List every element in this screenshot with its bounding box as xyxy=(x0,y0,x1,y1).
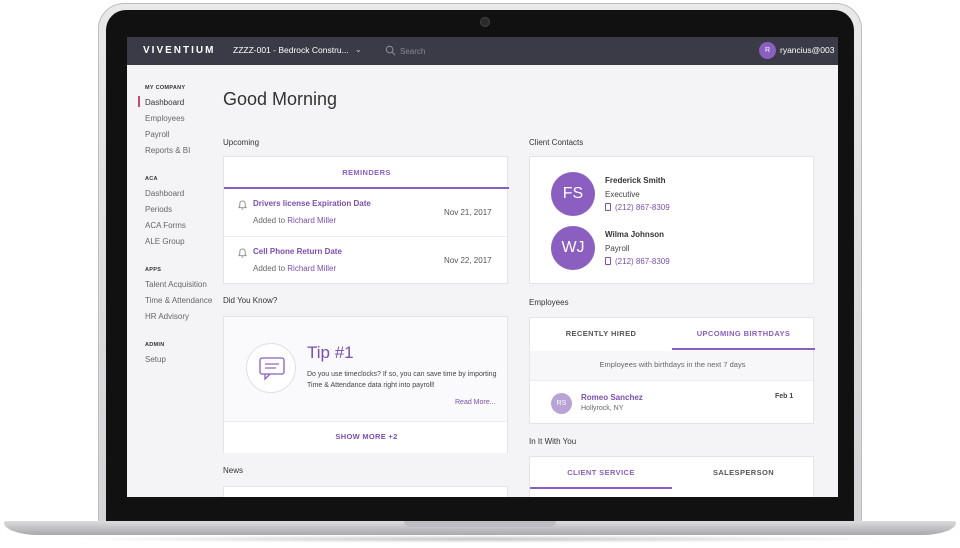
employees-card: RECENTLY HIRED UPCOMING BIRTHDAYS Employ… xyxy=(529,317,815,424)
top-bar: VIVENTIUM ZZZZ-001 - Bedrock Constru... … xyxy=(127,37,838,65)
contact-phone-number[interactable]: (212) 867-8309 xyxy=(615,257,670,266)
reminder-date: Nov 22, 2017 xyxy=(444,256,492,265)
contact-role: Payroll xyxy=(605,244,630,253)
tip-title: Tip #1 xyxy=(307,343,354,362)
tab-upcoming-birthdays[interactable]: UPCOMING BIRTHDAYS xyxy=(672,318,815,350)
contact-avatar: FS xyxy=(551,172,595,216)
search-icon xyxy=(385,45,396,56)
row-divider xyxy=(530,380,815,381)
news-title: News xyxy=(223,466,244,475)
tip-icon-wrapper xyxy=(246,343,296,393)
show-more-button[interactable]: SHOW MORE +2 xyxy=(224,432,509,441)
tab-salesperson[interactable]: SALESPERSON xyxy=(672,457,815,489)
client-contacts-card: FS Frederick Smith Executive (212) 867-8… xyxy=(529,156,814,284)
nav-item-aca-forms[interactable]: ACA Forms xyxy=(145,221,186,230)
nav-section-my-company: MY COMPANY xyxy=(145,85,186,91)
nav-section-aca: ACA xyxy=(145,176,158,182)
upcoming-card: REMINDERS Drivers license Expiration Dat… xyxy=(223,156,509,284)
chevron-down-icon[interactable]: ⌄ xyxy=(355,45,362,54)
read-more-link[interactable]: Read More... xyxy=(455,399,495,406)
nav-item-reports[interactable]: Reports & BI xyxy=(145,146,190,155)
nav-item-dashboard[interactable]: Dashboard xyxy=(145,98,184,107)
reminder-date: Nov 21, 2017 xyxy=(444,208,492,217)
employee-avatar: RS xyxy=(551,393,572,414)
camera-icon xyxy=(480,17,490,27)
page-title: Good Morning xyxy=(223,89,338,109)
row-divider xyxy=(224,236,509,237)
phone-icon xyxy=(605,257,611,265)
contact-name: Frederick Smith xyxy=(605,176,666,185)
laptop-shadow xyxy=(60,535,900,543)
contact-phone-number[interactable]: (212) 867-8309 xyxy=(615,203,670,212)
employee-name-link[interactable]: Romeo Sanchez xyxy=(581,393,643,402)
tab-client-service[interactable]: CLIENT SERVICE xyxy=(530,457,672,489)
nav-item-aca-dashboard[interactable]: Dashboard xyxy=(145,189,184,198)
reminder-person-link[interactable]: Richard Miller xyxy=(287,216,336,225)
contact-phone-link[interactable]: (212) 867-8309 xyxy=(605,257,670,266)
nav-item-ale-group[interactable]: ALE Group xyxy=(145,237,185,246)
nav-section-admin: ADMIN xyxy=(145,342,165,348)
nav-item-hr-advisory[interactable]: HR Advisory xyxy=(145,312,189,321)
did-you-know-title: Did You Know? xyxy=(223,296,278,305)
nav-item-payroll[interactable]: Payroll xyxy=(145,130,169,139)
user-menu[interactable]: ryancius@003 xyxy=(780,45,834,55)
employee-birthday-date: Feb 1 xyxy=(775,393,794,400)
user-avatar[interactable]: R xyxy=(759,42,776,59)
reminder-subtitle: Added to Richard Miller xyxy=(253,264,336,273)
tip-text: Do you use timeclocks? If so, you can sa… xyxy=(307,371,497,389)
reminder-title[interactable]: Drivers license Expiration Date xyxy=(253,199,371,208)
news-card xyxy=(223,486,508,497)
phone-icon xyxy=(605,203,611,211)
tab-reminders[interactable]: REMINDERS xyxy=(224,157,509,189)
app-logo[interactable]: VIVENTIUM xyxy=(143,45,215,56)
sidebar: MY COMPANY Dashboard Employees Payroll R… xyxy=(127,65,222,497)
in-it-with-you-title: In It With You xyxy=(529,437,577,446)
reminder-title[interactable]: Cell Phone Return Date xyxy=(253,247,342,256)
nav-item-employees[interactable]: Employees xyxy=(145,114,185,123)
bell-icon xyxy=(238,200,247,210)
active-nav-marker xyxy=(138,96,140,107)
employees-title: Employees xyxy=(529,298,569,307)
nav-item-time-attendance[interactable]: Time & Attendance xyxy=(145,296,212,305)
contact-avatar: WJ xyxy=(551,226,595,270)
upcoming-title: Upcoming xyxy=(223,138,260,147)
client-contacts-title: Client Contacts xyxy=(529,138,584,147)
app-screen: VIVENTIUM ZZZZ-001 - Bedrock Constru... … xyxy=(127,37,838,497)
nav-item-setup[interactable]: Setup xyxy=(145,355,166,364)
nav-section-apps: APPS xyxy=(145,267,162,273)
nav-item-periods[interactable]: Periods xyxy=(145,205,172,214)
company-selector[interactable]: ZZZZ-001 - Bedrock Constru... xyxy=(233,45,349,55)
reminder-person-link[interactable]: Richard Miller xyxy=(287,264,336,273)
bell-icon xyxy=(238,248,247,258)
reminder-added-prefix: Added to xyxy=(253,264,286,273)
contact-role: Executive xyxy=(605,190,640,199)
reminder-subtitle: Added to Richard Miller xyxy=(253,216,336,225)
did-you-know-card: Tip #1 Do you use timeclocks? If so, you… xyxy=(223,316,509,453)
birthday-caption: Employees with birthdays in the next 7 d… xyxy=(599,360,746,369)
tab-recently-hired[interactable]: RECENTLY HIRED xyxy=(530,318,672,350)
search-input[interactable] xyxy=(400,44,520,58)
contact-phone-link[interactable]: (212) 867-8309 xyxy=(605,203,670,212)
contact-name: Wilma Johnson xyxy=(605,230,665,239)
reminder-added-prefix: Added to xyxy=(253,216,286,225)
nav-item-talent-acquisition[interactable]: Talent Acquisition xyxy=(145,280,207,289)
laptop-notch xyxy=(404,521,556,527)
chat-icon xyxy=(259,357,285,381)
in-it-with-you-card: CLIENT SERVICE SALESPERSON xyxy=(529,456,814,497)
employee-location: Hollyrock, NY xyxy=(581,405,624,412)
